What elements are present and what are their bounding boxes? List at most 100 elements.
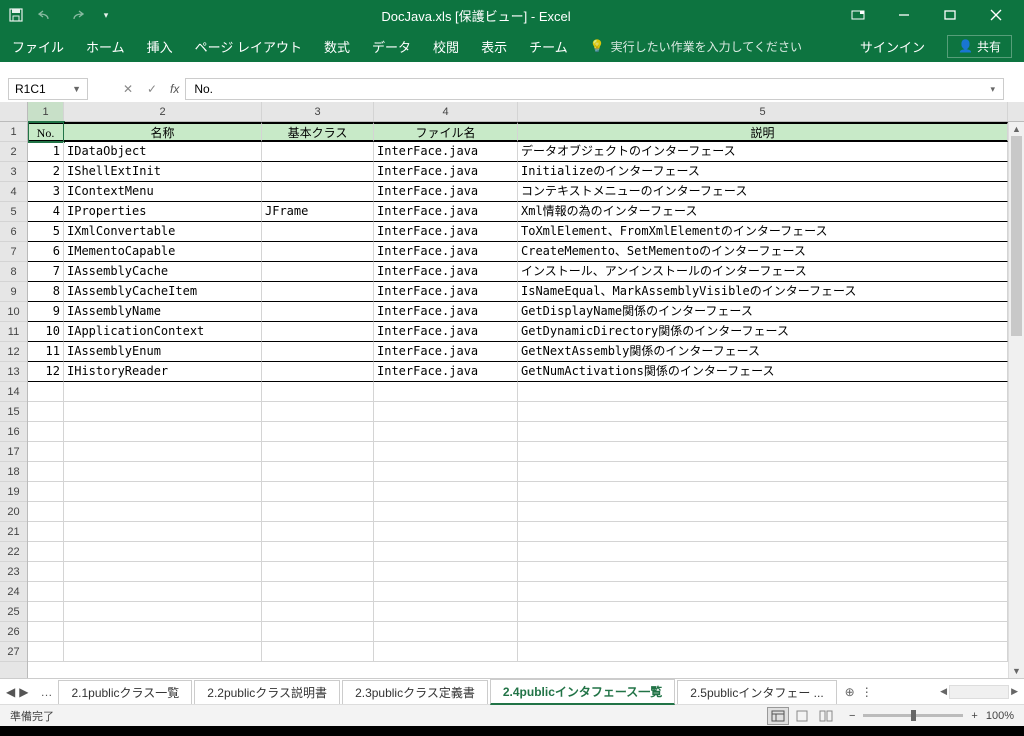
cell-name[interactable]: IDataObject [64, 142, 262, 162]
cell-file[interactable]: InterFace.java [374, 362, 518, 382]
hscroll-left-icon[interactable]: ◀ [940, 686, 947, 697]
horizontal-scrollbar[interactable] [949, 685, 1009, 699]
col-header[interactable]: 4 [374, 102, 518, 121]
cancel-formula-icon[interactable]: ✕ [116, 82, 140, 96]
tab-team[interactable]: チーム [529, 37, 568, 56]
view-pagebreak-icon[interactable] [815, 707, 837, 725]
fx-icon[interactable]: fx [170, 82, 179, 96]
empty-cell[interactable] [518, 402, 1008, 422]
empty-cell[interactable] [518, 562, 1008, 582]
empty-cell[interactable] [64, 402, 262, 422]
cell-base[interactable] [262, 182, 374, 202]
empty-cell[interactable] [28, 602, 64, 622]
empty-cell[interactable] [262, 502, 374, 522]
cell-name[interactable]: IMementoCapable [64, 242, 262, 262]
tab-overflow-left[interactable]: … [40, 685, 52, 699]
cell-desc[interactable]: GetDisplayName関係のインターフェース [518, 302, 1008, 322]
empty-cell[interactable] [64, 602, 262, 622]
zoom-in-button[interactable]: + [971, 710, 977, 722]
empty-cell[interactable] [262, 442, 374, 462]
cell-no[interactable]: 2 [28, 162, 64, 182]
row-header[interactable]: 12 [0, 342, 27, 362]
empty-cell[interactable] [374, 622, 518, 642]
empty-cell[interactable] [262, 482, 374, 502]
empty-cell[interactable] [64, 482, 262, 502]
cell-name[interactable]: IContextMenu [64, 182, 262, 202]
empty-cell[interactable] [262, 542, 374, 562]
empty-cell[interactable] [518, 382, 1008, 402]
empty-cell[interactable] [28, 642, 64, 662]
empty-cell[interactable] [64, 542, 262, 562]
row-header[interactable]: 17 [0, 442, 27, 462]
ribbon-display-icon[interactable] [838, 0, 878, 30]
empty-cell[interactable] [28, 582, 64, 602]
tab-overflow-right[interactable]: ⋮ [861, 685, 873, 699]
empty-cell[interactable] [518, 502, 1008, 522]
row-header[interactable]: 25 [0, 602, 27, 622]
row-header[interactable]: 26 [0, 622, 27, 642]
row-header[interactable]: 11 [0, 322, 27, 342]
cell-no[interactable]: 3 [28, 182, 64, 202]
empty-cell[interactable] [374, 582, 518, 602]
tab-data[interactable]: データ [372, 37, 411, 56]
row-header[interactable]: 19 [0, 482, 27, 502]
row-header[interactable]: 7 [0, 242, 27, 262]
scroll-up-icon[interactable]: ▲ [1009, 122, 1024, 136]
row-header[interactable]: 14 [0, 382, 27, 402]
empty-cell[interactable] [64, 462, 262, 482]
empty-cell[interactable] [374, 542, 518, 562]
row-header[interactable]: 5 [0, 202, 27, 222]
cell-file[interactable]: InterFace.java [374, 222, 518, 242]
hscroll-right-icon[interactable]: ▶ [1011, 686, 1018, 697]
empty-cell[interactable] [374, 562, 518, 582]
cell-no[interactable]: 6 [28, 242, 64, 262]
row-header[interactable]: 27 [0, 642, 27, 662]
empty-cell[interactable] [262, 642, 374, 662]
cell-base[interactable] [262, 282, 374, 302]
empty-cell[interactable] [374, 502, 518, 522]
tab-nav-next-icon[interactable]: ▶ [19, 685, 28, 699]
row-header[interactable]: 23 [0, 562, 27, 582]
cell-file[interactable]: InterFace.java [374, 202, 518, 222]
empty-cell[interactable] [28, 402, 64, 422]
empty-cell[interactable] [64, 622, 262, 642]
empty-cell[interactable] [374, 442, 518, 462]
cell-no[interactable]: 11 [28, 342, 64, 362]
empty-cell[interactable] [64, 522, 262, 542]
empty-cell[interactable] [518, 442, 1008, 462]
row-header[interactable]: 3 [0, 162, 27, 182]
cell-file[interactable]: InterFace.java [374, 262, 518, 282]
empty-cell[interactable] [262, 422, 374, 442]
empty-cell[interactable] [28, 382, 64, 402]
empty-cell[interactable] [64, 582, 262, 602]
header-cell[interactable]: 説明 [518, 122, 1008, 142]
header-cell[interactable]: 名称 [64, 122, 262, 142]
select-all-corner[interactable] [0, 102, 27, 122]
cell-desc[interactable]: GetNextAssembly関係のインターフェース [518, 342, 1008, 362]
zoom-thumb[interactable] [911, 710, 916, 721]
cell-file[interactable]: InterFace.java [374, 142, 518, 162]
row-header[interactable]: 6 [0, 222, 27, 242]
close-button[interactable] [976, 0, 1016, 30]
cell-desc[interactable]: ToXmlElement、FromXmlElementのインターフェース [518, 222, 1008, 242]
save-icon[interactable] [8, 7, 24, 23]
row-header[interactable]: 8 [0, 262, 27, 282]
redo-icon[interactable] [68, 7, 84, 23]
empty-cell[interactable] [28, 442, 64, 462]
cell-base[interactable] [262, 302, 374, 322]
empty-cell[interactable] [518, 622, 1008, 642]
empty-cell[interactable] [28, 462, 64, 482]
cell-file[interactable]: InterFace.java [374, 162, 518, 182]
cell-desc[interactable]: インストール、アンインストールのインターフェース [518, 262, 1008, 282]
cell-desc[interactable]: CreateMemento、SetMementoのインターフェース [518, 242, 1008, 262]
sheet-tab-active[interactable]: 2.4publicインタフェース一覧 [490, 679, 675, 705]
tab-pagelayout[interactable]: ページ レイアウト [195, 37, 302, 56]
cell-base[interactable] [262, 162, 374, 182]
empty-cell[interactable] [262, 382, 374, 402]
row-header[interactable]: 15 [0, 402, 27, 422]
row-header[interactable]: 20 [0, 502, 27, 522]
empty-cell[interactable] [262, 462, 374, 482]
minimize-button[interactable] [884, 0, 924, 30]
cell-base[interactable] [262, 142, 374, 162]
empty-cell[interactable] [518, 582, 1008, 602]
